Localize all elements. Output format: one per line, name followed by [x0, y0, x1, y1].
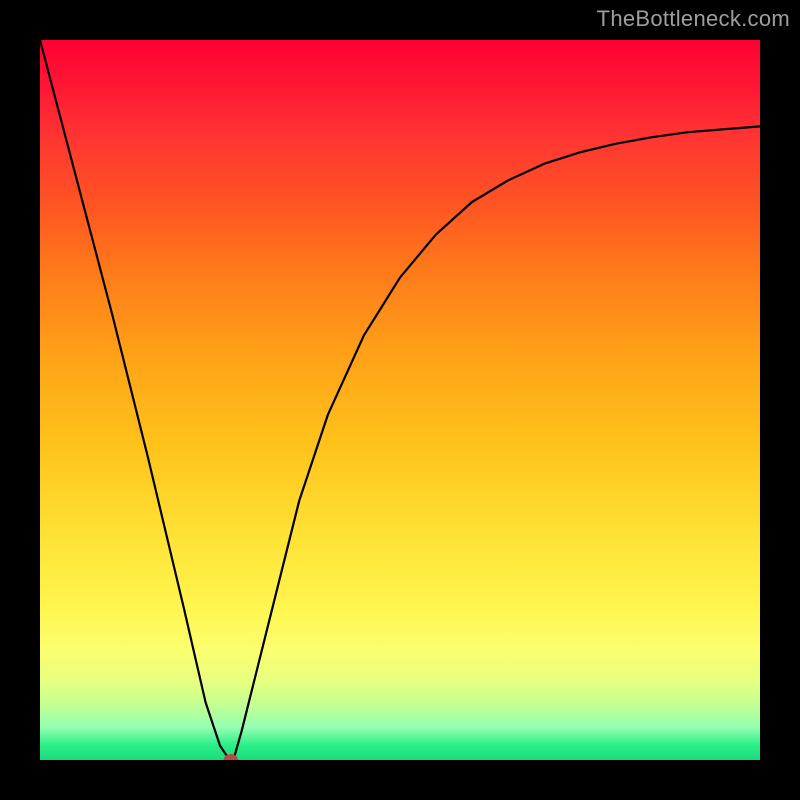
curve-svg — [40, 40, 760, 760]
watermark-text: TheBottleneck.com — [597, 6, 790, 32]
chart-frame: TheBottleneck.com — [0, 0, 800, 800]
plot-area — [40, 40, 760, 760]
bottleneck-curve — [40, 40, 760, 760]
